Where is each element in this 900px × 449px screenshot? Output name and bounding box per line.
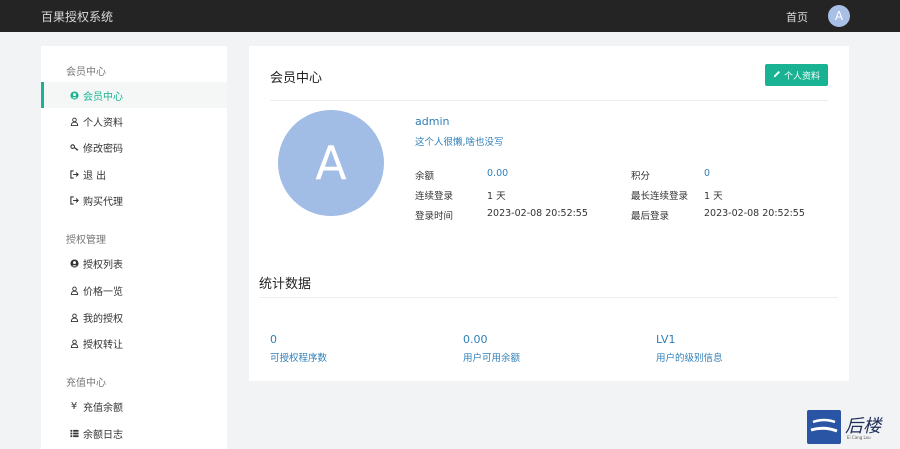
sidebar-item-label: 修改密码 xyxy=(83,143,123,155)
profile-button-label: 个人资料 xyxy=(783,71,820,82)
balance-value[interactable]: 0.00 xyxy=(487,168,508,179)
sidebar: 会员中心 会员中心 个人资料 修改密码 退 出 购买代理 授权管理 授权列表 价… xyxy=(41,46,227,449)
page-title: 会员中心 xyxy=(270,71,323,86)
streak-value: 1 天 xyxy=(487,191,506,202)
sidebar-item-label: 余额日志 xyxy=(83,429,123,441)
sidebar-group-title-license: 授权管理 xyxy=(66,235,106,246)
sidebar-item-label: 个人资料 xyxy=(83,117,123,129)
sidebar-group-title-member: 会员中心 xyxy=(66,67,106,78)
username[interactable]: admin xyxy=(415,115,449,128)
sidebar-item-profile[interactable]: 个人资料 xyxy=(41,108,227,134)
pencil-icon xyxy=(773,70,781,81)
user-icon xyxy=(68,339,80,348)
profile-avatar: A xyxy=(278,110,384,216)
sidebar-item-label: 充值余额 xyxy=(83,402,123,414)
user-icon xyxy=(68,286,80,295)
stats-title: 统计数据 xyxy=(259,277,312,292)
key-icon xyxy=(68,143,80,152)
stat-programs-label[interactable]: 可授权程序数 xyxy=(270,350,327,364)
user-avatar[interactable]: A xyxy=(828,5,850,27)
streak-label: 连续登录 xyxy=(415,191,454,202)
stat-balance-value[interactable]: 0.00 xyxy=(463,333,488,346)
watermark-mark-icon xyxy=(807,410,841,444)
sidebar-item-label: 会员中心 xyxy=(83,91,123,103)
stat-programs-value[interactable]: 0 xyxy=(270,333,277,346)
sidebar-item-logout[interactable]: 退 出 xyxy=(41,161,227,187)
stat-balance-label[interactable]: 用户可用余额 xyxy=(463,350,520,364)
sidebar-item-label: 授权列表 xyxy=(83,259,123,271)
yen-icon: ¥ xyxy=(70,400,78,412)
longest-streak-label: 最长连续登录 xyxy=(631,191,689,202)
divider xyxy=(270,100,828,101)
member-card: 会员中心 个人资料 A admin 这个人很懒,啥也没写 余额 0.00 积分 … xyxy=(249,46,849,381)
sign-out-icon xyxy=(68,195,80,205)
sidebar-item-label: 授权转让 xyxy=(83,339,123,351)
sidebar-item-label: 价格一览 xyxy=(83,286,123,298)
sidebar-item-change-password[interactable]: 修改密码 xyxy=(41,134,227,160)
profile-button[interactable]: 个人资料 xyxy=(765,64,828,86)
user-circle-icon xyxy=(68,258,80,268)
user-icon xyxy=(68,117,80,126)
user-bio[interactable]: 这个人很懒,啥也没写 xyxy=(415,134,504,148)
sidebar-item-label: 购买代理 xyxy=(83,196,123,208)
user-circle-icon xyxy=(68,90,80,100)
sidebar-item-license-transfer[interactable]: 授权转让 xyxy=(41,330,227,356)
sidebar-group-title-recharge: 充值中心 xyxy=(66,378,106,389)
sidebar-item-license-list[interactable]: 授权列表 xyxy=(41,250,227,276)
sidebar-item-balance-log[interactable]: 余额日志 xyxy=(41,420,227,446)
login-time-value: 2023-02-08 20:52:55 xyxy=(487,208,588,219)
user-icon xyxy=(68,313,80,322)
balance-label: 余额 xyxy=(415,171,435,182)
sidebar-item-my-licenses[interactable]: 我的授权 xyxy=(41,304,227,330)
watermark-logo: 后楼 Ei Cang Lou xyxy=(807,410,891,444)
stat-level-value[interactable]: LV1 xyxy=(656,333,675,346)
divider xyxy=(259,297,838,298)
home-link[interactable]: 首页 xyxy=(786,9,808,25)
points-label: 积分 xyxy=(631,171,651,182)
list-icon xyxy=(68,429,80,438)
longest-streak-value: 1 天 xyxy=(704,191,723,202)
sidebar-item-price-list[interactable]: 价格一览 xyxy=(41,277,227,303)
sidebar-item-label: 我的授权 xyxy=(83,313,123,325)
app-brand[interactable]: 百果授权系统 xyxy=(41,8,113,25)
last-login-value: 2023-02-08 20:52:55 xyxy=(704,208,805,219)
sign-out-icon xyxy=(68,169,80,179)
sidebar-item-recharge[interactable]: ¥ 充值余额 xyxy=(41,393,227,419)
top-navbar: 百果授权系统 首页 A xyxy=(0,0,900,32)
last-login-label: 最后登录 xyxy=(631,211,670,222)
watermark-subtext: Ei Cang Lou xyxy=(847,435,871,440)
points-value[interactable]: 0 xyxy=(704,168,710,179)
sidebar-item-label: 退 出 xyxy=(83,170,107,182)
login-time-label: 登录时间 xyxy=(415,211,454,222)
sidebar-item-buy-agent[interactable]: 购买代理 xyxy=(41,187,227,213)
sidebar-item-member-center[interactable]: 会员中心 xyxy=(41,82,227,108)
stat-level-label[interactable]: 用户的级别信息 xyxy=(656,350,723,364)
